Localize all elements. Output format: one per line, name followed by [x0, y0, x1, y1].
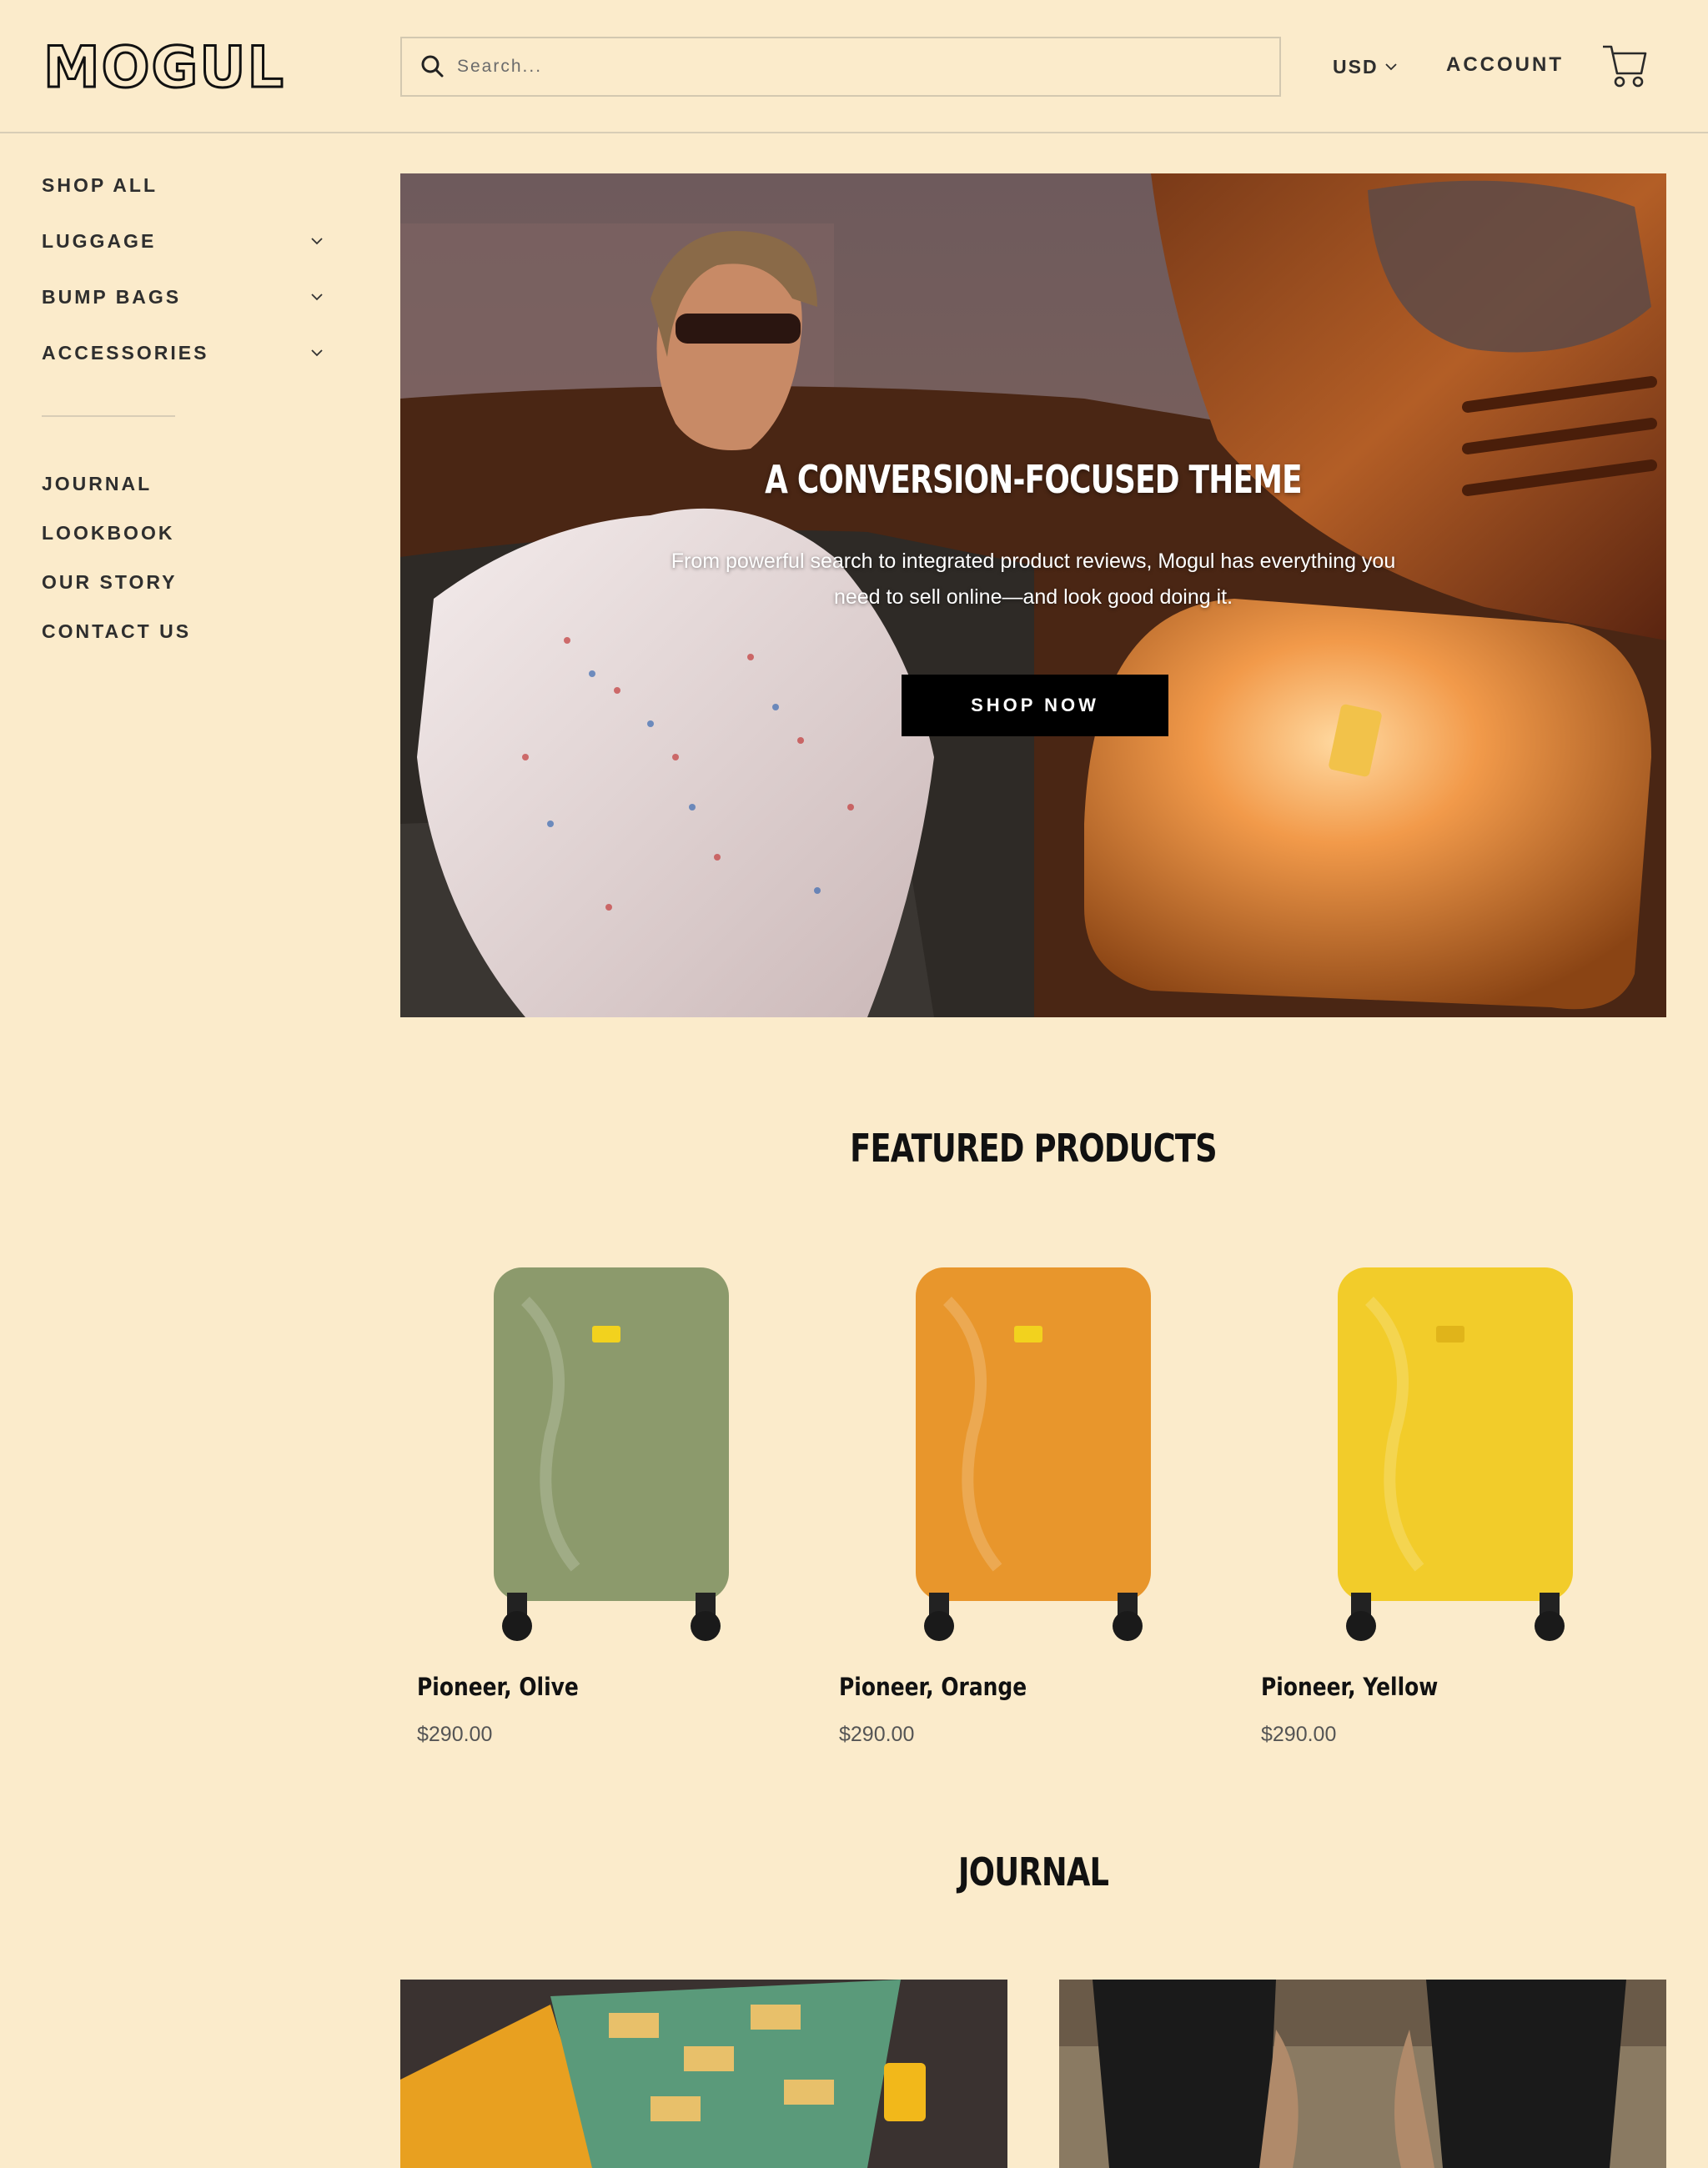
sidebar-divider	[42, 415, 175, 417]
sidebar-item-label: BUMP BAGS	[42, 285, 182, 308]
account-link[interactable]: ACCOUNT	[1446, 53, 1564, 83]
journal-image[interactable]	[400, 1980, 1007, 2168]
chevron-down-icon[interactable]	[310, 292, 324, 302]
product-name[interactable]: Pioneer, Orange	[839, 1673, 1027, 1701]
sidebar-item-label: CONTACT US	[42, 620, 192, 642]
suitcase-body	[1338, 1267, 1573, 1601]
suitcase-body	[494, 1267, 729, 1601]
product-price: $290.00	[1261, 1723, 1337, 1746]
search-bar[interactable]	[400, 37, 1281, 97]
chevron-down-icon[interactable]	[310, 236, 324, 246]
product-name[interactable]: Pioneer, Olive	[417, 1673, 579, 1701]
mogul-logo[interactable]: MOGUL	[42, 37, 287, 95]
featured-products-title: FEATURED PRODUCTS	[850, 1126, 1218, 1171]
sidebar-item-bump-bags[interactable]: BUMP BAGS	[42, 280, 323, 314]
chevron-down-icon[interactable]	[310, 348, 324, 358]
site-header: MOGUL USD ACCOUNT	[0, 0, 1708, 133]
currency-label: USD	[1333, 55, 1379, 78]
product-image[interactable]	[409, 1251, 801, 1659]
search-icon	[421, 55, 444, 78]
journal-title: JOURNAL	[957, 1849, 1109, 1894]
cart-icon[interactable]	[1601, 42, 1648, 90]
sidebar-item-label: LOOKBOOK	[42, 521, 175, 544]
product-price: $290.00	[417, 1723, 493, 1746]
sidebar-item-label: LUGGAGE	[42, 229, 157, 252]
product-card[interactable]: Pioneer, Olive $290.00	[409, 1251, 801, 1768]
sidebar-item-shop-all[interactable]: SHOP ALL	[42, 168, 317, 202]
sidebar-item-label: OUR STORY	[42, 570, 178, 593]
sidebar-item-lookbook[interactable]: LOOKBOOK	[42, 516, 317, 550]
sidebar-item-accessories[interactable]: ACCESSORIES	[42, 336, 323, 369]
hero-banner: A CONVERSION-FOCUSED THEME From powerful…	[400, 173, 1666, 1017]
product-name[interactable]: Pioneer, Yellow	[1261, 1673, 1438, 1701]
product-card[interactable]: Pioneer, Yellow $290.00	[1253, 1251, 1645, 1768]
sidebar-item-luggage[interactable]: LUGGAGE	[42, 224, 323, 258]
suitcase-body	[916, 1267, 1151, 1601]
shop-now-button[interactable]: SHOP NOW	[902, 675, 1168, 736]
journal-image[interactable]	[1059, 1980, 1666, 2168]
product-image[interactable]	[1253, 1251, 1645, 1659]
product-card[interactable]: Pioneer, Orange $290.00	[831, 1251, 1223, 1768]
sidebar-item-label: JOURNAL	[42, 472, 153, 494]
product-image[interactable]	[831, 1251, 1223, 1659]
search-input[interactable]	[457, 57, 1279, 77]
hero-title: A CONVERSION-FOCUSED THEME	[765, 457, 1302, 502]
currency-selector[interactable]: USD	[1333, 52, 1397, 82]
svg-text:MOGUL: MOGUL	[43, 37, 285, 95]
sidebar-item-our-story[interactable]: OUR STORY	[42, 565, 317, 599]
product-price: $290.00	[839, 1723, 915, 1746]
sidebar-item-contact-us[interactable]: CONTACT US	[42, 615, 317, 648]
journal-card[interactable]	[1059, 1980, 1666, 2168]
chevron-down-icon	[1384, 63, 1397, 71]
hero-subtitle: From powerful search to integrated produ…	[671, 550, 1396, 609]
sidebar-item-journal[interactable]: JOURNAL	[42, 467, 317, 500]
sidebar-item-label: SHOP ALL	[42, 173, 158, 196]
journal-card[interactable]	[400, 1980, 1007, 2168]
sidebar-item-label: ACCESSORIES	[42, 341, 209, 364]
